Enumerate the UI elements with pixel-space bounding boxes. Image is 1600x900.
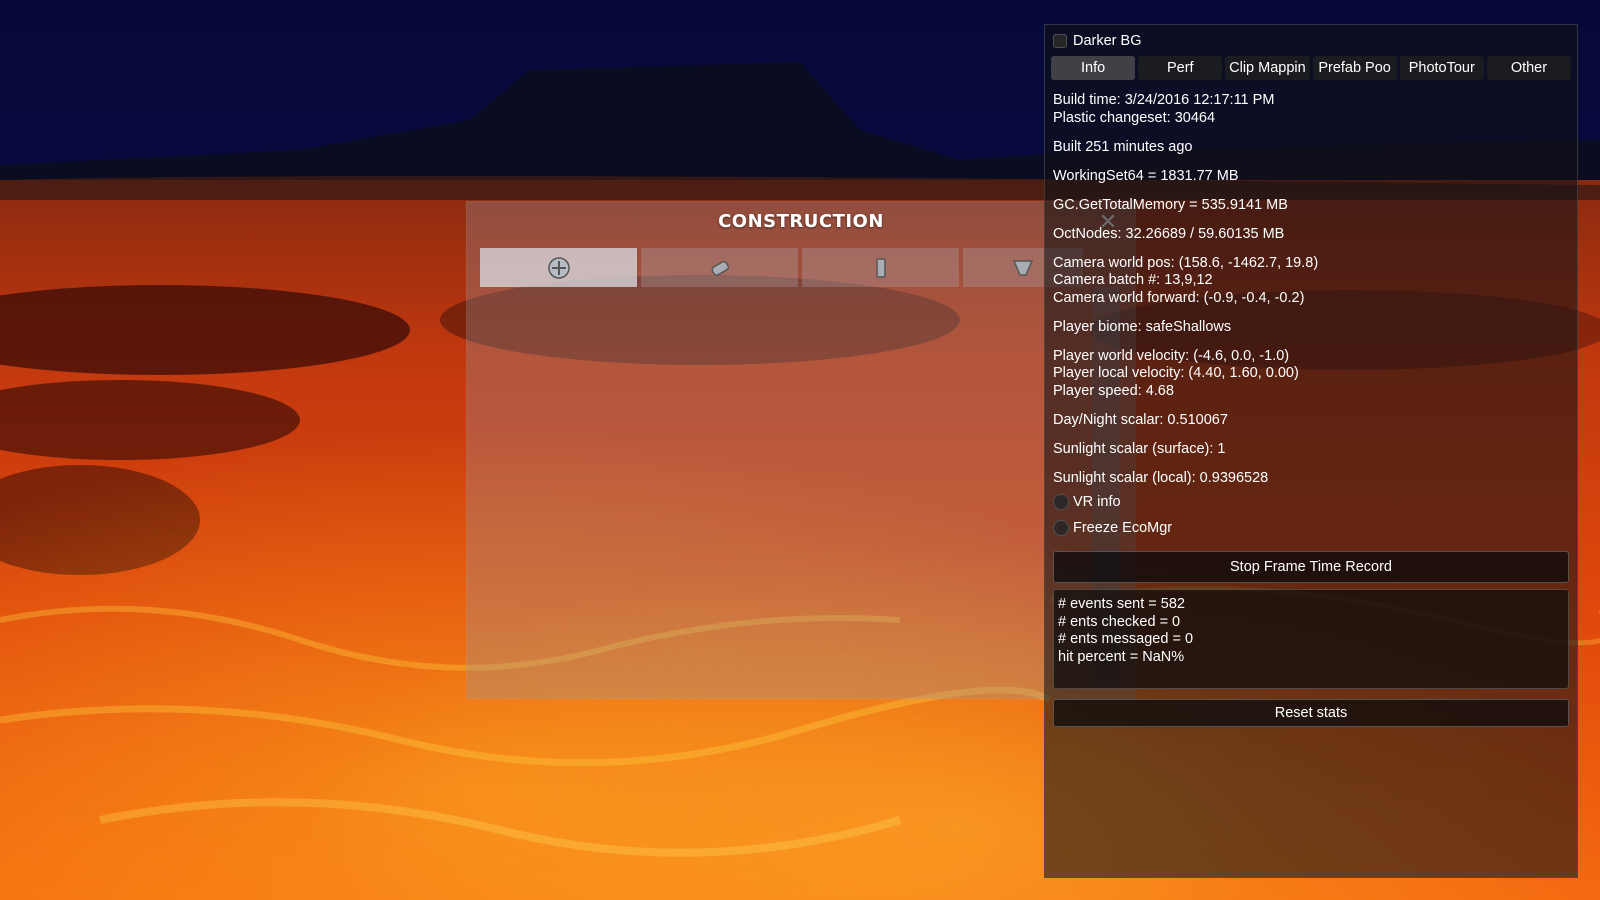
camera-world-forward: Camera world forward: (-0.9, -0.4, -0.2) bbox=[1053, 289, 1305, 306]
ents-checked: # ents checked = 0 bbox=[1058, 613, 1181, 630]
build-time: Build time: 3/24/2016 12:17:11 PM bbox=[1053, 92, 1275, 108]
freeze-ecomgr-label: Freeze EcoMgr bbox=[1073, 520, 1173, 536]
tab-prefab-pool[interactable]: Prefab Poo bbox=[1312, 56, 1397, 80]
day-night-scalar: Day/Night scalar: 0.510067 bbox=[1053, 411, 1228, 428]
sunlight-scalar-local: Sunlight scalar (local): 0.9396528 bbox=[1053, 469, 1269, 486]
tab-info[interactable]: Info bbox=[1051, 56, 1136, 80]
freeze-ecomgr-checkbox[interactable] bbox=[1053, 520, 1069, 536]
working-set: WorkingSet64 = 1831.77 MB bbox=[1053, 167, 1239, 184]
ents-messaged: # ents messaged = 0 bbox=[1058, 631, 1194, 647]
event-stats-box: # events sent = 582 # ents checked = 0 #… bbox=[1053, 589, 1569, 689]
tab-phototour[interactable]: PhotoTour bbox=[1399, 56, 1484, 80]
player-local-velocity: Player local velocity: (4.40, 1.60, 0.00… bbox=[1053, 365, 1299, 381]
sunlight-scalar-surface: Sunlight scalar (surface): 1 bbox=[1053, 440, 1226, 457]
interior-pieces-icon bbox=[875, 257, 886, 278]
built-ago: Built 251 minutes ago bbox=[1053, 138, 1193, 155]
hit-percent: hit percent = NaN% bbox=[1058, 648, 1185, 665]
darker-bg-toggle[interactable]: Darker BG bbox=[1053, 33, 1142, 49]
gc-total-memory: GC.GetTotalMemory = 535.9141 MB bbox=[1053, 196, 1288, 213]
stop-frame-time-record-button[interactable]: Stop Frame Time Record bbox=[1053, 551, 1569, 583]
debug-panel: Darker BG Info Perf Clip Mappin Prefab P… bbox=[1044, 24, 1578, 878]
player-world-velocity: Player world velocity: (-4.6, 0.0, -1.0) bbox=[1053, 347, 1290, 364]
player-speed: Player speed: 4.68 bbox=[1053, 382, 1174, 399]
camera-batch: Camera batch #: 13,9,12 bbox=[1053, 272, 1213, 288]
info-lines: Build time: 3/24/2016 12:17:11 PM Plasti… bbox=[1053, 92, 1569, 539]
player-biome: Player biome: safeShallows bbox=[1053, 318, 1232, 335]
events-sent: # events sent = 582 bbox=[1058, 596, 1185, 612]
vr-info-toggle[interactable]: VR info bbox=[1053, 491, 1569, 513]
tab-base-pieces[interactable] bbox=[480, 248, 637, 287]
reset-stats-button[interactable]: Reset stats bbox=[1053, 699, 1569, 727]
construction-title: CONSTRUCTION bbox=[718, 211, 884, 232]
darker-bg-label: Darker BG bbox=[1073, 33, 1142, 49]
exterior-modules-icon bbox=[710, 260, 729, 276]
construction-panel: CONSTRUCTION ✕ bbox=[466, 201, 1136, 699]
camera-world-pos: Camera world pos: (158.6, -1462.7, 19.8) bbox=[1053, 254, 1319, 271]
tab-exterior-modules[interactable] bbox=[641, 248, 798, 287]
plastic-changeset: Plastic changeset: 30464 bbox=[1053, 109, 1216, 126]
interior-modules-icon bbox=[1012, 259, 1034, 276]
base-pieces-icon bbox=[547, 256, 570, 279]
tab-interior-pieces[interactable] bbox=[802, 248, 959, 287]
oct-nodes: OctNodes: 32.26689 / 59.60135 MB bbox=[1053, 225, 1285, 242]
tab-perf[interactable]: Perf bbox=[1138, 56, 1223, 80]
vr-info-label: VR info bbox=[1073, 494, 1121, 510]
freeze-ecomgr-toggle[interactable]: Freeze EcoMgr bbox=[1053, 517, 1569, 539]
darker-bg-checkbox[interactable] bbox=[1053, 34, 1067, 48]
debug-tabs: Info Perf Clip Mappin Prefab Poo PhotoTo… bbox=[1051, 56, 1572, 80]
tab-other[interactable]: Other bbox=[1486, 56, 1572, 80]
tab-clip-mapping[interactable]: Clip Mappin bbox=[1225, 56, 1310, 80]
vr-info-checkbox[interactable] bbox=[1053, 494, 1069, 510]
